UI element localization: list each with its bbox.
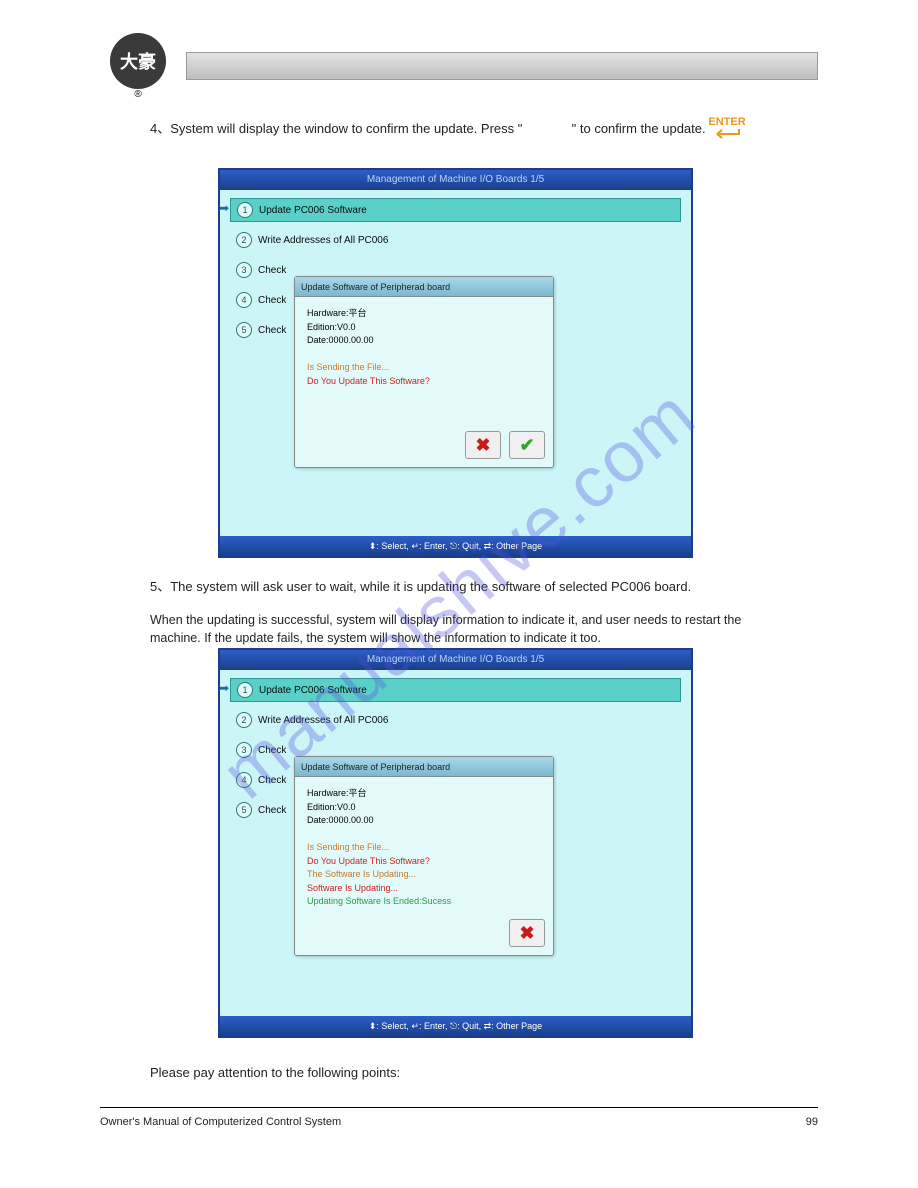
update-dialog: Update Software of Peripherad board Hard… <box>294 756 554 956</box>
item-label: Check <box>258 265 286 276</box>
dialog-body: Hardware:平台 Edition:V0.0 Date:0000.00.00… <box>295 777 553 919</box>
item-number: 4 <box>236 772 252 788</box>
item-number: 5 <box>236 322 252 338</box>
item-number: 1 <box>237 202 253 218</box>
menu-area: ➡ 1 Update PC006 Software 2 Write Addres… <box>220 190 691 540</box>
pointer-icon: ➡ <box>219 201 229 215</box>
instruction-line-1: 4、System will display the window to conf… <box>150 120 748 138</box>
item-label: Check <box>258 325 286 336</box>
instruction-line-4: Please pay attention to the following po… <box>150 1064 400 1082</box>
window-title: Management of Machine I/O Boards 1/5 <box>220 650 691 670</box>
cancel-button[interactable]: ✖ <box>509 919 545 947</box>
item-number: 3 <box>236 742 252 758</box>
dialog-title: Update Software of Peripherad board <box>295 757 553 777</box>
page-header: 大豪 ® <box>100 30 818 102</box>
item-number: 5 <box>236 802 252 818</box>
cancel-button[interactable]: ✖ <box>465 431 501 459</box>
footer-left: Owner's Manual of Computerized Control S… <box>100 1116 341 1128</box>
ok-button[interactable]: ✔ <box>509 431 545 459</box>
item-number: 1 <box>237 682 253 698</box>
instruction-line-2: 5、The system will ask user to wait, whil… <box>150 578 748 596</box>
menu-area: ➡ 1 Update PC006 Software 2 Write Addres… <box>220 670 691 1020</box>
screenshot-2: Management of Machine I/O Boards 1/5 ➡ 1… <box>218 648 693 1038</box>
item-label: Check <box>258 745 286 756</box>
item-number: 3 <box>236 262 252 278</box>
instruction-line-3: When the updating is successful, system … <box>150 612 748 647</box>
dialog-buttons: ✖ ✔ <box>465 431 545 459</box>
item-label: Write Addresses of All PC006 <box>258 235 388 246</box>
footer-hints: ⬍: Select, ↵: Enter, ⎋: Quit, ⇄: Other P… <box>220 1016 691 1036</box>
menu-item-2[interactable]: 2 Write Addresses of All PC006 <box>230 228 681 252</box>
footer-right: 99 <box>806 1116 818 1128</box>
item-number: 4 <box>236 292 252 308</box>
menu-item-2[interactable]: 2 Write Addresses of All PC006 <box>230 708 681 732</box>
item-label: Update PC006 Software <box>259 205 367 216</box>
screenshot-1: Management of Machine I/O Boards 1/5 ➡ 1… <box>218 168 693 558</box>
dialog-title: Update Software of Peripherad board <box>295 277 553 297</box>
item-label: Write Addresses of All PC006 <box>258 715 388 726</box>
logo: 大豪 ® <box>100 30 176 102</box>
header-bar <box>186 52 818 80</box>
page-footer: Owner's Manual of Computerized Control S… <box>100 1107 818 1128</box>
item-number: 2 <box>236 232 252 248</box>
window-title: Management of Machine I/O Boards 1/5 <box>220 170 691 190</box>
pointer-icon: ➡ <box>219 681 229 695</box>
enter-key-icon: ENTER <box>706 116 748 146</box>
item-label: Check <box>258 295 286 306</box>
logo-circle: 大豪 <box>110 33 166 89</box>
logo-reg: ® <box>134 89 141 100</box>
item-label: Check <box>258 775 286 786</box>
item-label: Check <box>258 805 286 816</box>
menu-item-1[interactable]: 1 Update PC006 Software <box>230 678 681 702</box>
dialog-body: Hardware:平台 Edition:V0.0 Date:0000.00.00… <box>295 297 553 398</box>
menu-item-1[interactable]: 1 Update PC006 Software <box>230 198 681 222</box>
update-dialog: Update Software of Peripherad board Hard… <box>294 276 554 468</box>
item-number: 2 <box>236 712 252 728</box>
item-label: Update PC006 Software <box>259 685 367 696</box>
footer-hints: ⬍: Select, ↵: Enter, ⎋: Quit, ⇄: Other P… <box>220 536 691 556</box>
dialog-buttons: ✖ <box>509 919 545 947</box>
